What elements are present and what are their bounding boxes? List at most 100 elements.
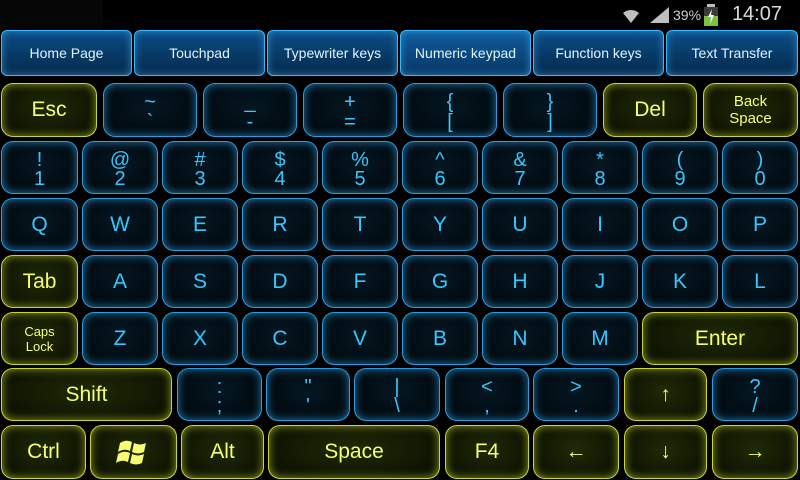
m-key[interactable]: M xyxy=(562,312,638,365)
tab-numeric-keypad[interactable]: Numeric keypad xyxy=(400,30,531,76)
x-key[interactable]: X xyxy=(162,312,238,365)
t-key[interactable]: T xyxy=(322,198,398,251)
enter-key[interactable]: Enter xyxy=(642,312,798,365)
tab-home-page[interactable]: Home Page xyxy=(1,30,132,76)
caret-key[interactable]: ^ 6 xyxy=(402,141,478,194)
tab-key[interactable]: Tab xyxy=(1,255,78,308)
v-key[interactable]: V xyxy=(322,312,398,365)
exclaim-key[interactable]: ! 1 xyxy=(1,141,78,194)
down-arrow-key[interactable]: ↓ xyxy=(624,425,707,479)
key-shift-label: _ xyxy=(244,91,256,113)
windows-key[interactable] xyxy=(90,425,177,479)
right-paren-key[interactable]: ) 0 xyxy=(722,141,798,194)
s-key[interactable]: S xyxy=(162,255,238,308)
w-key[interactable]: W xyxy=(82,198,158,251)
battery-charging-icon xyxy=(704,4,718,26)
tilde-key[interactable]: ~ ` xyxy=(103,83,197,137)
tab-text-transfer[interactable]: Text Transfer xyxy=(666,30,798,76)
at-key[interactable]: @2 xyxy=(82,141,158,194)
tab-typewriter-keys[interactable]: Typewriter keys xyxy=(267,30,398,76)
f-key[interactable]: F xyxy=(322,255,398,308)
key-label: P xyxy=(752,212,767,236)
left-brace-key[interactable]: {[ xyxy=(403,83,497,137)
tab-touchpad[interactable]: Touchpad xyxy=(134,30,265,76)
r-key[interactable]: R xyxy=(242,198,318,251)
p-key[interactable]: P xyxy=(722,198,798,251)
key-label: R xyxy=(272,212,288,236)
underscore-key[interactable]: _ - xyxy=(203,83,297,137)
battery-percent: 39% xyxy=(673,7,702,23)
z-key[interactable]: Z xyxy=(82,312,158,365)
key-base-label: 4 xyxy=(274,168,286,190)
g-key[interactable]: G xyxy=(402,255,478,308)
b-key[interactable]: B xyxy=(402,312,478,365)
plus-key[interactable]: + = xyxy=(303,83,397,137)
f4-key[interactable]: F4 xyxy=(445,425,529,479)
h-key[interactable]: H xyxy=(482,255,558,308)
caps-lock-key[interactable]: Caps Lock xyxy=(1,312,78,365)
ampersand-key[interactable]: & 7 xyxy=(482,141,558,194)
dollar-key[interactable]: $4 xyxy=(242,141,318,194)
hash-key[interactable]: #3 xyxy=(162,141,238,194)
status-bar: 39% 14:07 xyxy=(0,0,800,29)
up-arrow-key[interactable]: ↑ xyxy=(624,368,707,421)
d-key[interactable]: D xyxy=(242,255,318,308)
left-paren-key[interactable]: (9 xyxy=(642,141,718,194)
key-shift-label: $ xyxy=(274,149,286,171)
del-key[interactable]: Del xyxy=(603,83,697,137)
greater-than-key[interactable]: >. xyxy=(533,368,619,421)
key-shift-label: > xyxy=(570,376,582,398)
key-shift-label: # xyxy=(194,149,206,171)
key-label: Z xyxy=(113,326,127,350)
u-key[interactable]: U xyxy=(482,198,558,251)
key-label: K xyxy=(672,269,687,293)
key-label: Q xyxy=(31,212,48,236)
ctrl-key[interactable]: Ctrl xyxy=(1,425,86,479)
key-label: F4 xyxy=(474,440,500,463)
shift-key[interactable]: Shift xyxy=(1,368,172,421)
colon-key[interactable]: :; xyxy=(177,368,262,421)
e-key[interactable]: E xyxy=(162,198,238,251)
key-shift-label: ^ xyxy=(435,149,445,171)
c-key[interactable]: C xyxy=(242,312,318,365)
key-label: C xyxy=(272,326,288,350)
a-key[interactable]: A xyxy=(82,255,158,308)
right-arrow-key[interactable]: → xyxy=(712,425,798,479)
n-key[interactable]: N xyxy=(482,312,558,365)
j-key[interactable]: J xyxy=(562,255,638,308)
y-key[interactable]: Y xyxy=(402,198,478,251)
pipe-key[interactable]: | \ xyxy=(354,368,440,421)
space-key[interactable]: Space xyxy=(268,425,440,479)
l-key[interactable]: L xyxy=(722,255,798,308)
q-key[interactable]: Q xyxy=(1,198,78,251)
back-space-key[interactable]: Back Space xyxy=(703,83,798,137)
percent-key[interactable]: % 5 xyxy=(322,141,398,194)
key-label: I xyxy=(597,212,603,236)
key-base-label: , xyxy=(484,395,490,417)
key-label: Enter xyxy=(694,326,746,350)
left-arrow-key[interactable]: ← xyxy=(533,425,619,479)
esc-key[interactable]: Esc xyxy=(1,83,97,137)
key-base-label: 1 xyxy=(33,168,46,190)
key-label: Shift xyxy=(65,382,108,406)
key-base-label: ' xyxy=(306,395,310,417)
o-key[interactable]: O xyxy=(642,198,718,251)
key-label: H xyxy=(512,269,528,293)
key-base-label: = xyxy=(344,111,356,133)
right-brace-key[interactable]: }] xyxy=(503,83,597,137)
question-key[interactable]: ? / xyxy=(712,368,798,421)
k-key[interactable]: K xyxy=(642,255,718,308)
i-key[interactable]: I xyxy=(562,198,638,251)
key-base-label: / xyxy=(752,395,758,417)
key-label: A xyxy=(112,269,127,293)
asterisk-key[interactable]: * 8 xyxy=(562,141,638,194)
alt-key[interactable]: Alt xyxy=(181,425,264,479)
quote-key[interactable]: " ' xyxy=(266,368,350,421)
key-base-label: 9 xyxy=(674,168,686,190)
tab-function-keys[interactable]: Function keys xyxy=(533,30,664,76)
less-than-key[interactable]: <, xyxy=(445,368,529,421)
key-label: T xyxy=(353,212,367,236)
status-bar-left-area xyxy=(0,0,103,29)
clock: 14:07 xyxy=(731,3,782,25)
key-shift-label: ? xyxy=(749,376,761,398)
